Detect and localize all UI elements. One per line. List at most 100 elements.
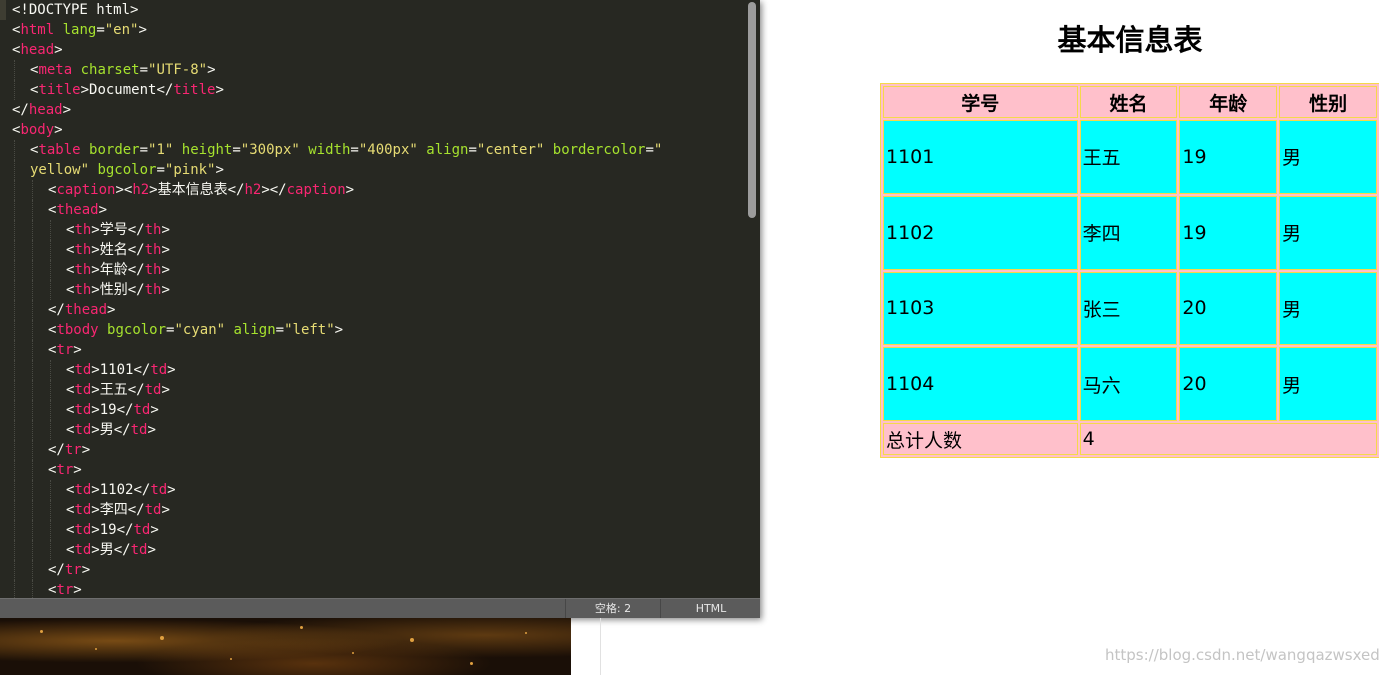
cell-gender: 男 <box>1279 195 1377 270</box>
indent-guide <box>32 380 33 400</box>
wallpaper-speck <box>40 630 43 633</box>
code-line[interactable]: <th>姓名</th> <box>66 240 170 260</box>
code-line[interactable]: <!DOCTYPE html> <box>12 0 138 20</box>
indent-guide <box>50 260 51 280</box>
code-token: th <box>144 242 162 258</box>
code-line[interactable]: <th>年龄</th> <box>66 260 170 280</box>
code-token: "UTF-8" <box>148 62 208 78</box>
code-line[interactable]: <tr> <box>48 340 82 360</box>
code-line[interactable]: <th>性别</th> <box>66 280 170 300</box>
code-line[interactable]: </tr> <box>48 440 90 460</box>
code-token: > <box>207 62 216 78</box>
table-row: 1103 张三 20 男 <box>883 271 1377 346</box>
code-token: = <box>645 142 654 158</box>
code-line[interactable]: <body> <box>12 120 63 140</box>
indent-guide <box>14 340 15 360</box>
syntax-mode[interactable]: HTML <box>660 599 761 618</box>
info-table: 学号 姓名 年龄 性别 1101 王五 19 男 1102 李四 19 男 11… <box>880 83 1379 458</box>
code-line[interactable]: <td>男</td> <box>66 540 156 560</box>
code-token: meta <box>38 62 73 78</box>
code-line[interactable]: </head> <box>12 100 71 120</box>
code-line[interactable]: <meta charset="UTF-8"> <box>30 60 216 80</box>
code-line[interactable]: <td>1101</td> <box>66 360 176 380</box>
code-token: title <box>38 82 81 98</box>
code-line[interactable]: <td>王五</td> <box>66 380 170 400</box>
code-token: tr <box>64 442 82 458</box>
code-line[interactable]: <head> <box>12 40 63 60</box>
code-line[interactable]: <td>19</td> <box>66 520 159 540</box>
code-line[interactable]: </thead> <box>48 300 115 320</box>
code-token: th <box>74 222 92 238</box>
code-token: td <box>130 422 148 438</box>
code-line[interactable]: <html lang="en"> <box>12 20 147 40</box>
code-line[interactable]: <tr> <box>48 460 82 480</box>
code-line[interactable]: <td>李四</td> <box>66 500 170 520</box>
indent-guide <box>32 520 33 540</box>
code-line[interactable]: <td>1102</td> <box>66 480 176 500</box>
wallpaper-speck <box>160 636 164 640</box>
code-token: > <box>62 102 72 118</box>
header-row: 学号 姓名 年龄 性别 <box>883 86 1377 118</box>
code-line[interactable]: <caption><h2>基本信息表</h2></caption> <box>48 180 354 200</box>
code-token: >男</ <box>91 422 131 438</box>
indent-guide <box>32 280 33 300</box>
code-token: > <box>98 202 108 218</box>
indent-guide <box>50 480 51 500</box>
table-row: 1104 马六 20 男 <box>883 347 1377 421</box>
code-token: >1101</ <box>91 362 151 378</box>
footer-value: 4 <box>1079 423 1377 455</box>
code-token: "1" <box>148 142 174 158</box>
editor-scrollbar-thumb[interactable] <box>748 2 756 218</box>
indent-guide <box>14 320 15 340</box>
code-area[interactable]: <!DOCTYPE html> <html lang="en"> <head> <me… <box>0 0 745 598</box>
indent-guide <box>32 400 33 420</box>
code-token: align <box>426 142 469 158</box>
indent-guide <box>14 460 15 480</box>
editor-scrollbar[interactable] <box>745 0 760 598</box>
code-line[interactable]: </tr> <box>48 560 90 580</box>
code-token: </ <box>12 102 29 118</box>
code-token: > <box>54 42 63 58</box>
code-line[interactable]: <td>19</td> <box>66 400 159 420</box>
code-line[interactable]: <tbody bgcolor="cyan" align="left"> <box>48 320 343 340</box>
code-token: >Document</ <box>80 82 174 98</box>
code-line[interactable]: <table border="1" height="300px" width="… <box>30 140 662 160</box>
code-token: > <box>73 582 82 598</box>
code-token: > <box>138 22 147 38</box>
code-token: >王五</ <box>91 382 145 398</box>
indent-guide <box>14 80 15 100</box>
indent-guide <box>32 240 33 260</box>
code-token: <!DOCTYPE html> <box>12 2 139 18</box>
cell-student-id: 1101 <box>883 120 1078 194</box>
code-token: = <box>139 142 149 158</box>
code-line[interactable]: <thead> <box>48 200 107 220</box>
code-line[interactable]: <tr> <box>48 580 82 598</box>
code-line[interactable]: yellow" bgcolor="pink"> <box>30 160 224 180</box>
indent-guide <box>14 140 15 160</box>
code-line[interactable]: <td>男</td> <box>66 420 156 440</box>
code-token: > <box>73 462 82 478</box>
indent-guide <box>14 440 15 460</box>
indent-guide <box>32 180 33 200</box>
code-token: head <box>28 102 63 118</box>
indentation-setting[interactable]: 空格: 2 <box>565 599 660 618</box>
indent-guide <box>32 340 33 360</box>
code-line[interactable]: <th>学号</th> <box>66 220 170 240</box>
code-token: lang <box>62 22 97 38</box>
code-token: td <box>144 382 162 398</box>
code-token: >年龄</ <box>91 262 145 278</box>
code-token: > <box>161 222 170 238</box>
indent-guide <box>50 360 51 380</box>
code-token: td <box>74 422 92 438</box>
header-student-id: 学号 <box>883 86 1078 118</box>
code-token: yellow" <box>30 162 90 178</box>
indent-guide <box>14 580 15 598</box>
code-token: >李四</ <box>91 502 145 518</box>
code-token: td <box>74 362 92 378</box>
wallpaper-speck <box>470 662 473 665</box>
cell-name: 马六 <box>1079 347 1178 421</box>
code-token: >性别</ <box>91 282 145 298</box>
indent-guide <box>14 360 15 380</box>
code-line[interactable]: <title>Document</title> <box>30 80 224 100</box>
